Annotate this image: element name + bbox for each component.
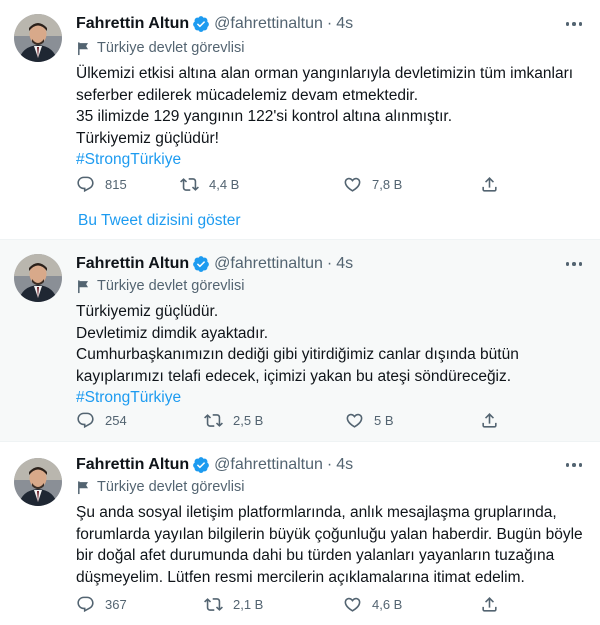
avatar[interactable] bbox=[14, 14, 62, 62]
retweet-button[interactable]: 4,4 B bbox=[180, 172, 239, 196]
affiliation-label: Türkiye devlet görevlisi bbox=[76, 276, 244, 296]
like-icon bbox=[344, 597, 361, 612]
tweet-header: Fahrettin Altun @fahrettinaltun · 4s bbox=[76, 13, 560, 35]
tweet-line: bir doğal afet durumunda dahi bu türden … bbox=[76, 547, 555, 564]
retweet-button[interactable]: 2,5 B bbox=[204, 408, 263, 432]
reply-icon bbox=[77, 176, 94, 192]
author-name[interactable]: Fahrettin Altun bbox=[76, 456, 189, 474]
like-button[interactable]: 5 B bbox=[345, 408, 394, 432]
like-count: 5 B bbox=[374, 412, 394, 428]
reply-icon bbox=[77, 596, 94, 612]
tweet-line: Türkiyemiz güçlüdür! bbox=[76, 129, 219, 147]
affiliation-label: Türkiye devlet görevlisi bbox=[76, 38, 244, 58]
tweet-line: Devletimiz dimdik ayaktadır. bbox=[76, 324, 269, 342]
tweet-header: Fahrettin Altun @fahrettinaltun · 4s bbox=[76, 253, 560, 275]
separator: · bbox=[326, 255, 333, 272]
retweet-icon bbox=[204, 597, 223, 611]
more-options-icon[interactable] bbox=[562, 255, 586, 273]
share-icon bbox=[482, 412, 497, 428]
avatar[interactable] bbox=[14, 254, 62, 302]
retweet-icon bbox=[204, 413, 223, 427]
timestamp[interactable]: 4s bbox=[336, 255, 353, 273]
tweet-line: Şu anda sosyal iletişim platformlarında,… bbox=[76, 504, 557, 521]
tweet-text: Türkiyemiz güçlüdür. Devletimiz dimdik a… bbox=[76, 301, 581, 409]
share-icon bbox=[482, 596, 497, 612]
separator: · bbox=[326, 15, 333, 32]
like-count: 7,8 B bbox=[372, 176, 403, 192]
tweet-text: Ülkemizi etkisi altına alan orman yangın… bbox=[76, 63, 581, 171]
tweet-3[interactable]: Fahrettin Altun @fahrettinaltun · 4s Tür… bbox=[0, 442, 600, 625]
share-icon bbox=[482, 176, 497, 192]
reply-button[interactable]: 254 bbox=[76, 408, 127, 432]
affiliation-text: Türkiye devlet görevlisi bbox=[97, 40, 245, 56]
reply-count: 815 bbox=[105, 176, 127, 192]
retweet-count: 4,4 B bbox=[209, 176, 240, 192]
tweet-line: forumlarda yayılan bilgilerin büyük çoğu… bbox=[76, 525, 583, 543]
show-thread-link[interactable]: Bu Tweet dizisini göster bbox=[78, 212, 241, 230]
share-button[interactable] bbox=[480, 592, 499, 616]
tweet-1[interactable]: Fahrettin Altun @fahrettinaltun · 4s Tür… bbox=[0, 0, 600, 240]
retweet-icon bbox=[180, 177, 199, 191]
flag-icon bbox=[78, 480, 88, 494]
author-name[interactable]: Fahrettin Altun bbox=[76, 15, 189, 33]
flag-icon bbox=[78, 279, 88, 293]
tweet-line: 35 ilimizde 129 yangının 122'si kontrol … bbox=[76, 108, 453, 125]
retweet-button[interactable]: 2,1 B bbox=[204, 592, 263, 616]
verified-badge-icon bbox=[193, 256, 210, 272]
timestamp[interactable]: 4s bbox=[336, 15, 353, 33]
tweet-line: Cumhurbaşkanımızın dediği gibi yitirdiği… bbox=[76, 346, 519, 363]
like-icon bbox=[346, 413, 363, 428]
author-handle[interactable]: @fahrettinaltun bbox=[214, 255, 323, 273]
reply-count: 254 bbox=[105, 412, 127, 428]
tweet-actions: 254 2,5 B 5 B bbox=[76, 408, 516, 432]
retweet-count: 2,1 B bbox=[233, 596, 264, 612]
tweet-actions: 815 4,4 B 7,8 B bbox=[76, 172, 516, 196]
author-name[interactable]: Fahrettin Altun bbox=[76, 255, 189, 273]
timestamp[interactable]: 4s bbox=[336, 456, 353, 474]
verified-badge-icon bbox=[193, 457, 210, 473]
separator: · bbox=[326, 456, 333, 473]
reply-count: 367 bbox=[105, 596, 127, 612]
reply-button[interactable]: 367 bbox=[76, 592, 127, 616]
share-button[interactable] bbox=[480, 172, 499, 196]
like-count: 4,6 B bbox=[372, 596, 403, 612]
author-handle[interactable]: @fahrettinaltun bbox=[214, 456, 323, 474]
tweet-line: düşmeyelim. Lütfen resmi mercilerin açık… bbox=[76, 568, 525, 586]
hashtag-link[interactable]: #StrongTürkiye bbox=[76, 387, 581, 409]
like-button[interactable]: 4,6 B bbox=[343, 592, 402, 616]
tweet-actions: 367 2,1 B 4,6 B bbox=[76, 592, 516, 616]
share-button[interactable] bbox=[480, 408, 499, 432]
avatar[interactable] bbox=[14, 458, 62, 506]
like-button[interactable]: 7,8 B bbox=[343, 172, 402, 196]
author-handle[interactable]: @fahrettinaltun bbox=[214, 15, 323, 33]
more-options-icon[interactable] bbox=[562, 456, 586, 474]
reply-button[interactable]: 815 bbox=[76, 172, 127, 196]
retweet-count: 2,5 B bbox=[233, 412, 264, 428]
affiliation-label: Türkiye devlet görevlisi bbox=[76, 477, 244, 497]
flag-icon bbox=[78, 41, 88, 55]
tweet-line: kayıplarımızı telafi edecek, içimizi yak… bbox=[76, 367, 512, 385]
affiliation-text: Türkiye devlet görevlisi bbox=[97, 479, 245, 495]
reply-icon bbox=[77, 412, 94, 428]
tweet-2[interactable]: Fahrettin Altun @fahrettinaltun · 4s Tür… bbox=[0, 240, 600, 442]
more-options-icon[interactable] bbox=[562, 15, 586, 33]
like-icon bbox=[344, 177, 361, 192]
affiliation-text: Türkiye devlet görevlisi bbox=[97, 278, 245, 294]
hashtag-link[interactable]: #StrongTürkiye bbox=[76, 149, 581, 171]
tweet-text: Şu anda sosyal iletişim platformlarında,… bbox=[76, 502, 583, 588]
tweet-header: Fahrettin Altun @fahrettinaltun · 4s bbox=[76, 454, 560, 476]
verified-badge-icon bbox=[193, 16, 210, 32]
tweet-line: Türkiyemiz güçlüdür. bbox=[76, 303, 219, 320]
tweet-line: seferber edilerek mücadelemiz devam etme… bbox=[76, 86, 419, 104]
tweet-line: Ülkemizi etkisi altına alan orman yangın… bbox=[76, 65, 574, 82]
